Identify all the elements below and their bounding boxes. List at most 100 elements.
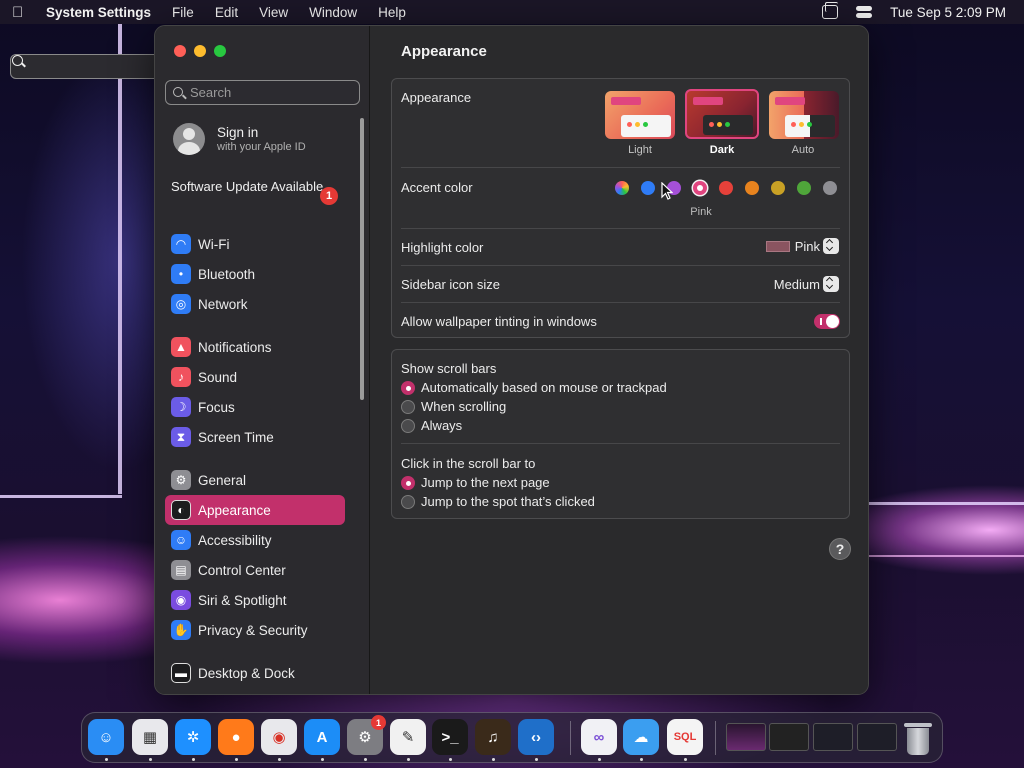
accent-color-yellow[interactable]: [771, 181, 785, 195]
menu-help[interactable]: Help: [378, 5, 406, 20]
sidebar-item-general[interactable]: ⚙ General: [165, 465, 345, 495]
highlight-color-popup[interactable]: Pink: [765, 238, 839, 254]
accent-color-pink[interactable]: [693, 181, 707, 195]
sidebar-item-focus[interactable]: ☽ Focus: [165, 392, 345, 422]
jump-spot-clicked-radio[interactable]: Jump to the spot that’s clicked: [401, 494, 595, 509]
accent-color-graphite[interactable]: [823, 181, 837, 195]
chrome-icon[interactable]: ◉: [261, 719, 297, 755]
divider: [401, 228, 840, 229]
app-store-icon[interactable]: A: [304, 719, 340, 755]
running-indicator: [321, 758, 324, 761]
launchpad-icon[interactable]: ▦: [132, 719, 168, 755]
scroll-auto-radio[interactable]: Automatically based on mouse or trackpad: [401, 380, 667, 395]
accent-color-multicolor[interactable]: [615, 181, 629, 195]
trash-icon[interactable]: [904, 721, 932, 755]
finder-icon[interactable]: ☺: [88, 719, 124, 755]
textedit-icon[interactable]: ✎: [390, 719, 426, 755]
wallpaper-light-stripe: [869, 502, 1024, 505]
accent-color-blue[interactable]: [641, 181, 655, 195]
sidebar-item-sound[interactable]: ♪ Sound: [165, 362, 345, 392]
screen-mirroring-icon[interactable]: [822, 2, 839, 19]
running-indicator: [492, 758, 495, 761]
sidebar-item-desktop-dock[interactable]: ▬ Desktop & Dock: [165, 658, 345, 688]
bell-icon: ▲: [171, 337, 191, 357]
zoom-button[interactable]: [214, 45, 226, 57]
terminal-icon[interactable]: >_: [432, 719, 468, 755]
sidebar-item-wi-fi[interactable]: ◠ Wi-Fi: [165, 229, 345, 259]
sidebar: Search Sign in with your Apple ID Softwa…: [155, 26, 370, 694]
dock-separator: [570, 721, 571, 755]
apple-menu-icon[interactable]: : [12, 4, 32, 21]
apple-id-signin[interactable]: Sign in with your Apple ID: [173, 123, 306, 155]
appearance-auto-label: Auto: [791, 144, 815, 156]
garageband-icon[interactable]: ♫: [475, 719, 511, 755]
accent-selected-name: Pink: [690, 206, 712, 218]
appearance-dark-option[interactable]: [685, 89, 759, 139]
minimized-window-thumbnail[interactable]: [857, 723, 897, 751]
menu-file[interactable]: File: [172, 5, 194, 20]
sql-icon[interactable]: SQL: [667, 719, 703, 755]
search-icon: [173, 87, 183, 97]
dock-separator: [715, 721, 716, 755]
search-input[interactable]: Search: [165, 80, 360, 105]
sidebar-item-label: Sound: [198, 369, 238, 385]
radio-button: [401, 475, 415, 490]
sidebar-icon-size-popup[interactable]: Medium: [774, 276, 839, 292]
close-button[interactable]: [174, 45, 186, 57]
accent-color-green[interactable]: [797, 181, 811, 195]
sidebar-item-screen-time[interactable]: ⧗ Screen Time: [165, 422, 345, 452]
menu-app-name[interactable]: System Settings: [46, 5, 151, 20]
appearance-light-label: Light: [628, 144, 652, 156]
highlight-color-label: Highlight color: [401, 240, 484, 255]
accent-color-red[interactable]: [719, 181, 733, 195]
signin-title: Sign in: [217, 125, 259, 140]
accent-color-orange[interactable]: [745, 181, 759, 195]
sidebar-item-label: Siri & Spotlight: [198, 592, 287, 608]
sidebar-item-siri-spotlight[interactable]: ◉ Siri & Spotlight: [165, 585, 345, 615]
sidebar-scrollbar[interactable]: [360, 118, 364, 400]
scroll-when-scrolling-radio[interactable]: When scrolling: [401, 399, 506, 414]
minimized-window-thumbnail[interactable]: [813, 723, 853, 751]
radio-label: When scrolling: [421, 399, 507, 414]
running-indicator: [535, 758, 538, 761]
radio-button: [401, 418, 415, 433]
search-placeholder: Search: [190, 85, 232, 100]
minimized-window-thumbnail[interactable]: [726, 723, 766, 751]
sidebar-item-control-center[interactable]: ▤ Control Center: [165, 555, 345, 585]
appearance-pane: Appearance Appearance Light Dark Auto Ac…: [371, 26, 868, 694]
scroll-always-radio[interactable]: Always: [401, 418, 462, 433]
menu-view[interactable]: View: [259, 5, 288, 20]
visual-studio-icon[interactable]: ∞: [581, 719, 617, 755]
sidebar-icon-size-label: Sidebar icon size: [401, 277, 500, 292]
vscode-icon[interactable]: ‹›: [518, 719, 554, 755]
appearance-icon: ◐: [171, 500, 191, 520]
control-center-icon[interactable]: [856, 5, 873, 19]
running-indicator: [407, 758, 410, 761]
wallpaper-tinting-toggle[interactable]: [814, 314, 840, 329]
sidebar-item-label: Privacy & Security: [198, 622, 308, 638]
sidebar-item-network[interactable]: ◎ Network: [165, 289, 345, 319]
safari-icon[interactable]: ✲: [175, 719, 211, 755]
minimize-button[interactable]: [194, 45, 206, 57]
appearance-light-option[interactable]: [605, 91, 675, 139]
jump-next-page-radio[interactable]: Jump to the next page: [401, 475, 550, 490]
sidebar-item-appearance[interactable]: ◐ Appearance: [165, 495, 345, 525]
divider: [401, 443, 840, 444]
menu-window[interactable]: Window: [309, 5, 357, 20]
sidebar-item-privacy-security[interactable]: ✋ Privacy & Security: [165, 615, 345, 645]
dock-icon: ▬: [171, 663, 191, 683]
radio-label: Jump to the spot that’s clicked: [421, 494, 595, 509]
sidebar-item-notifications[interactable]: ▲ Notifications: [165, 332, 345, 362]
weather-icon[interactable]: ☁: [623, 719, 659, 755]
show-scroll-bars-label: Show scroll bars: [401, 361, 497, 376]
minimized-window-thumbnail[interactable]: [769, 723, 809, 751]
sidebar-item-accessibility[interactable]: ☺ Accessibility: [165, 525, 345, 555]
menu-bar-clock[interactable]: Tue Sep 5 2:09 PM: [890, 5, 1006, 20]
sidebar-item-bluetooth[interactable]: • Bluetooth: [165, 259, 345, 289]
radio-button: [401, 494, 415, 509]
firefox-icon[interactable]: ●: [218, 719, 254, 755]
menu-edit[interactable]: Edit: [215, 5, 238, 20]
appearance-auto-option[interactable]: [769, 91, 839, 139]
help-button[interactable]: ?: [829, 538, 851, 560]
sidebar-item-label: Accessibility: [198, 532, 272, 548]
